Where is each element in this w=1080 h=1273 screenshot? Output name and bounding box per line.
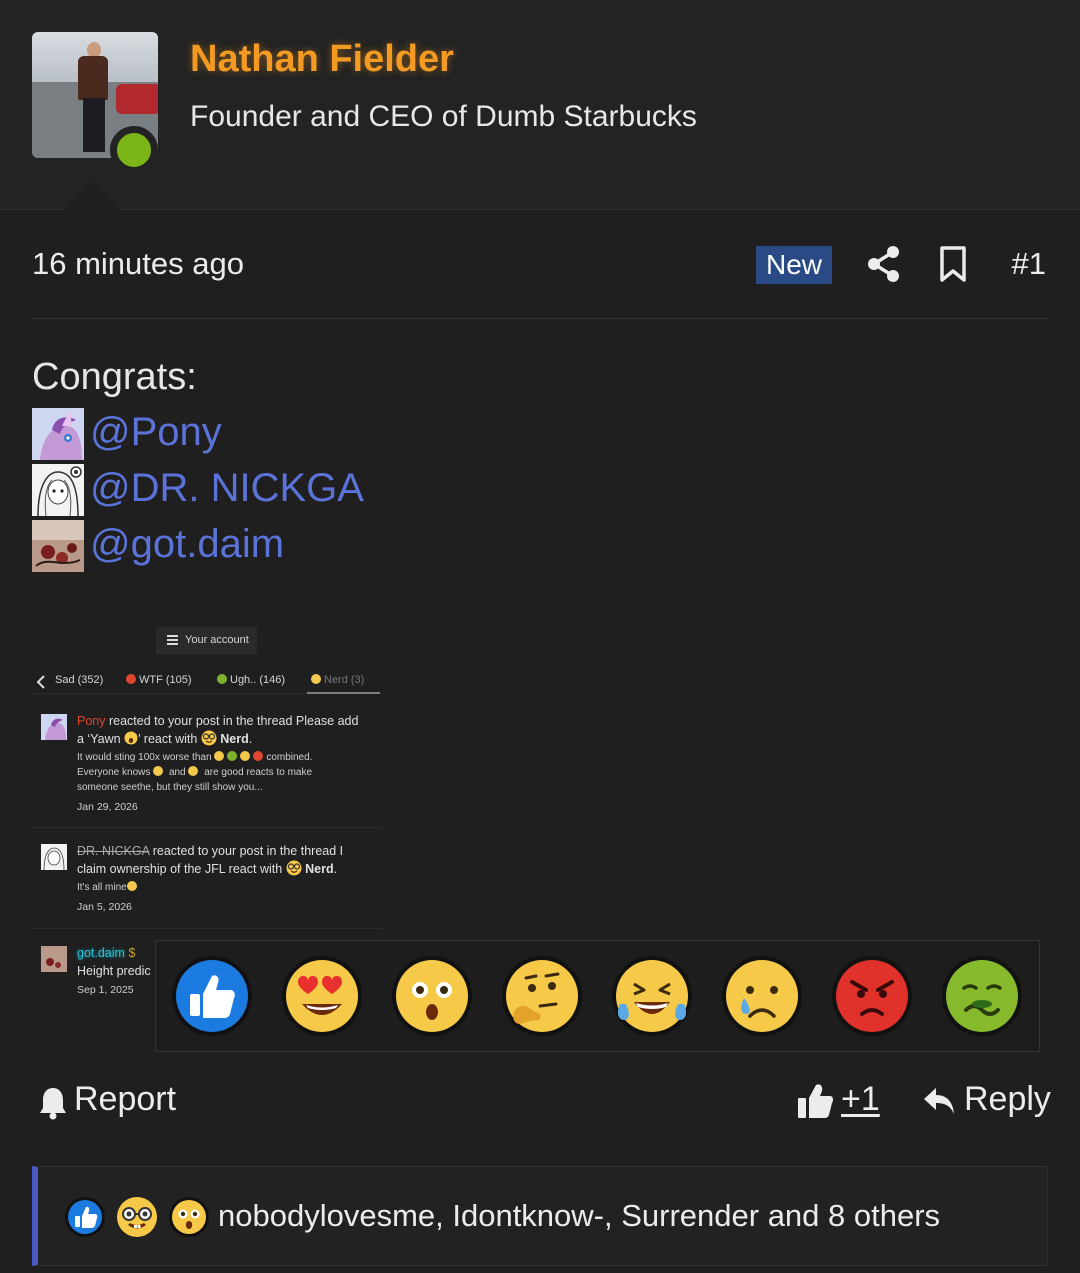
got-daim-avatar xyxy=(41,946,67,972)
user-title: Founder and CEO of Dumb Starbucks xyxy=(190,100,697,133)
notif-action-text: reacted to your post in the thread Pleas… xyxy=(77,714,359,746)
post-number-link[interactable]: #1 xyxy=(1012,246,1046,282)
new-badge: New xyxy=(756,246,833,284)
tab-ugh[interactable]: Ugh.. (146) xyxy=(217,674,285,686)
tab-sad[interactable]: Sad (352) xyxy=(55,674,103,686)
pony-avatar xyxy=(41,714,67,740)
username[interactable]: Nathan Fielder xyxy=(190,38,454,81)
chevron-left-icon[interactable] xyxy=(36,675,46,689)
nerd-icon xyxy=(286,860,302,876)
nauseated-icon xyxy=(217,674,227,684)
reactions-summary[interactable]: nobodylovesme, Idontknow-, Surrender and… xyxy=(32,1166,1048,1266)
notif-username[interactable]: DR. NICKGA xyxy=(77,844,149,858)
angry-icon xyxy=(253,751,264,761)
nerd-icon xyxy=(117,1197,157,1237)
notif-excerpt-2c: are good reacts to make xyxy=(204,767,313,778)
notification-divider xyxy=(32,827,382,828)
meta-divider xyxy=(32,318,1048,319)
report-label: Report xyxy=(74,1080,177,1118)
post-text-congrats: Congrats: xyxy=(32,356,197,398)
like-button[interactable]: +1 xyxy=(796,1078,886,1124)
pony-avatar xyxy=(32,408,84,460)
heart-eyes-icon[interactable] xyxy=(280,954,364,1038)
notif-react-name: Nerd xyxy=(305,862,334,876)
notif-excerpt-2b: and xyxy=(168,767,186,778)
tab-nerd[interactable]: Nerd (3) xyxy=(311,674,364,686)
bookmark-icon[interactable] xyxy=(938,244,968,284)
notif-excerpt: It would sting 100x worse than xyxy=(77,752,212,763)
yawn-icon xyxy=(153,766,164,776)
notif-date: Jan 5, 2026 xyxy=(77,901,132,913)
reply-label: Reply xyxy=(964,1080,1051,1118)
notif-excerpt-3: someone seethe, but they still show you.… xyxy=(77,782,263,793)
notif-excerpt: It's all mine xyxy=(77,882,127,893)
your-account-button[interactable]: Your account xyxy=(156,627,257,654)
nerd-icon xyxy=(311,674,321,684)
sad-tear-icon[interactable] xyxy=(720,954,804,1038)
reaction-picker xyxy=(155,940,1040,1052)
thinking-icon[interactable] xyxy=(500,954,584,1038)
online-status-indicator xyxy=(110,126,158,174)
nerd-icon xyxy=(240,751,251,761)
mention-link-text[interactable]: @Pony xyxy=(90,410,222,455)
share-icon[interactable] xyxy=(866,244,902,284)
yawn-icon xyxy=(124,731,138,745)
got-daim-avatar xyxy=(32,520,84,572)
reactions-summary-text[interactable]: nobodylovesme, Idontknow-, Surrender and… xyxy=(218,1198,940,1234)
notification-divider xyxy=(32,928,382,929)
sunglasses-icon xyxy=(126,881,137,891)
tab-wtf[interactable]: WTF (105) xyxy=(126,674,192,686)
post-actions: Report +1 Reply xyxy=(32,1072,1051,1132)
menu-icon xyxy=(167,635,178,645)
account-button-label: Your account xyxy=(185,634,249,646)
notification-item[interactable]: DR. NICKGA reacted to your post in the t… xyxy=(32,842,382,914)
angry-icon xyxy=(126,674,136,684)
reply-button[interactable]: Reply xyxy=(922,1078,1051,1124)
notif-action-text-2: ’ react with xyxy=(138,732,201,746)
dr-nickga-avatar xyxy=(41,844,67,870)
notif-excerpt-2: Everyone knows xyxy=(77,767,151,778)
nauseated-icon[interactable] xyxy=(940,954,1024,1038)
notif-react-name: Nerd xyxy=(220,732,249,746)
astonished-icon[interactable] xyxy=(390,954,474,1038)
dollar-icon: $ xyxy=(128,946,136,960)
notif-username[interactable]: got.daim xyxy=(77,946,125,960)
mention-link-text[interactable]: @got.daim xyxy=(90,522,284,567)
notif-end: . xyxy=(248,732,253,746)
notif-username[interactable]: Pony xyxy=(77,714,106,728)
like-count: +1 xyxy=(841,1080,880,1118)
reaction-tabs: Sad (352) WTF (105) Ugh.. (146) Nerd (3) xyxy=(32,670,382,694)
notification-item[interactable]: Pony reacted to your post in the thread … xyxy=(32,712,382,824)
nerd-icon xyxy=(201,730,217,746)
thumbs-up-icon xyxy=(798,1084,834,1118)
thinking-icon xyxy=(214,751,225,761)
nauseated-icon xyxy=(227,751,238,761)
thinking-icon xyxy=(188,766,199,776)
reply-icon xyxy=(924,1088,954,1114)
bell-icon xyxy=(40,1088,66,1120)
notif-end: . xyxy=(333,862,338,876)
notif-date: Jan 29, 2026 xyxy=(77,801,138,813)
post-meta-row: 16 minutes ago New #1 xyxy=(32,240,1048,290)
header-caret xyxy=(62,182,122,211)
post-user-header: Nathan Fielder Founder and CEO of Dumb S… xyxy=(0,0,1080,211)
notif-excerpt-b: combined. xyxy=(266,752,313,763)
active-tab-indicator xyxy=(307,692,380,694)
astonished-icon xyxy=(169,1197,209,1237)
dr-nickga-avatar xyxy=(32,464,84,516)
angry-icon[interactable] xyxy=(830,954,914,1038)
mention-link-text[interactable]: @DR. NICKGA xyxy=(90,466,364,511)
like-icon xyxy=(65,1197,105,1237)
post-timestamp[interactable]: 16 minutes ago xyxy=(32,246,244,282)
like-icon[interactable] xyxy=(170,954,254,1038)
laughing-crying-icon[interactable] xyxy=(610,954,694,1038)
